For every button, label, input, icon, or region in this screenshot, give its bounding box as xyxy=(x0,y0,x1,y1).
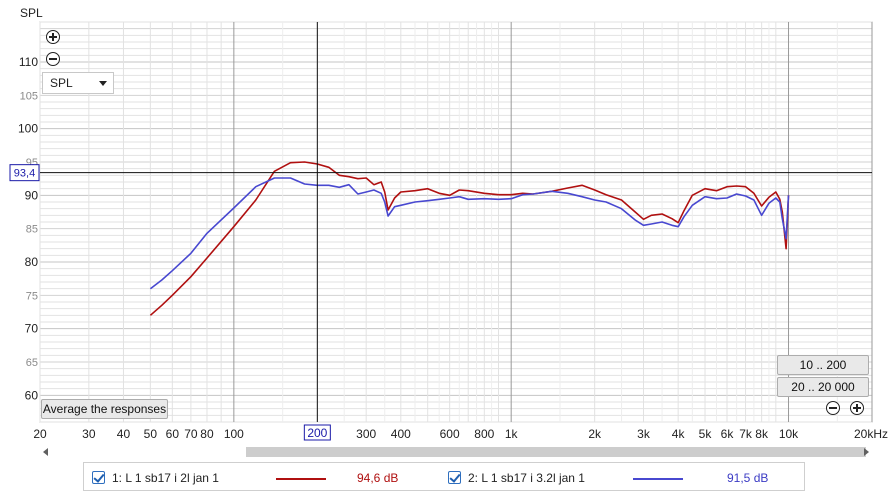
x-tick-label: 800 xyxy=(474,427,494,441)
x-tick-label: 600 xyxy=(440,427,460,441)
zoom-out-icon[interactable] xyxy=(46,52,60,66)
cursor-x-label: 200 xyxy=(307,426,327,440)
series-2-checkbox[interactable] xyxy=(448,471,461,484)
scroll-right-icon xyxy=(864,448,869,456)
zoom-in-icon[interactable] xyxy=(46,30,60,44)
average-responses-button[interactable]: Average the responses xyxy=(41,399,168,419)
x-tick-label: 3k xyxy=(637,427,651,441)
y-axis-title: SPL xyxy=(20,6,43,20)
x-tick-label: 30 xyxy=(82,427,96,441)
x-tick-label: 5k xyxy=(699,427,713,441)
x-tick-label: 20kHz xyxy=(854,427,888,441)
x-tick-label: 20 xyxy=(33,427,47,441)
chevron-down-icon xyxy=(99,80,107,86)
zoom-in-icon[interactable] xyxy=(850,401,864,415)
y-tick-label: 75 xyxy=(26,290,38,302)
series-2-label: 2: L 1 sb17 i 3.2l jan 1 xyxy=(468,471,585,485)
x-tick-label: 6k xyxy=(721,427,735,441)
y-tick-label: 80 xyxy=(25,255,39,269)
x-tick-label: 8k xyxy=(755,427,769,441)
x-tick-label: 80 xyxy=(200,427,214,441)
x-tick-label: 1k xyxy=(505,427,519,441)
x-tick-label: 70 xyxy=(184,427,198,441)
zoom-out-icon[interactable] xyxy=(826,401,840,415)
y-tick-label: 60 xyxy=(25,388,39,402)
x-tick-label: 50 xyxy=(144,427,158,441)
measurement-select-value: SPL xyxy=(50,76,73,90)
scrollbar-thumb xyxy=(246,447,866,457)
range-button-20-20000[interactable]: 20 .. 20 000 xyxy=(777,377,869,397)
range-button-10-200[interactable]: 10 .. 200 xyxy=(777,355,869,375)
series-1-value: 94,6 dB xyxy=(357,471,399,485)
horizontal-scrollbar[interactable] xyxy=(40,446,872,458)
y-tick-label: 90 xyxy=(25,188,39,202)
scroll-left-icon xyxy=(43,448,48,456)
cursor-y-label: 93,4 xyxy=(14,168,35,180)
legend: 1: L 1 sb17 i 2l jan 1 94,6 dB 2: L 1 sb… xyxy=(83,462,805,491)
x-tick-label: 400 xyxy=(391,427,411,441)
x-tick-label: 40 xyxy=(117,427,131,441)
x-tick-label: 4k xyxy=(672,427,686,441)
y-tick-label: 65 xyxy=(26,357,38,369)
series-1-swatch xyxy=(276,478,326,480)
x-tick-label: 300 xyxy=(356,427,376,441)
frequency-response-chart[interactable]: SPL 606570758085909510010511020 30 40 50 60 7… xyxy=(0,0,890,496)
x-tick-label: 60 xyxy=(166,427,180,441)
series-1-checkbox[interactable] xyxy=(92,471,105,484)
measurement-select[interactable]: SPL xyxy=(42,72,114,94)
x-tick-label: 10k xyxy=(779,427,799,441)
series-1-label: 1: L 1 sb17 i 2l jan 1 xyxy=(112,471,219,485)
series-2-value: 91,5 dB xyxy=(727,471,769,485)
y-tick-label: 85 xyxy=(26,224,38,236)
x-tick-label: 2k xyxy=(588,427,602,441)
y-tick-label: 110 xyxy=(19,55,38,69)
series-2-swatch xyxy=(633,478,683,480)
y-tick-label: 70 xyxy=(25,322,39,336)
x-tick-label: 100 xyxy=(224,427,244,441)
y-tick-label: 105 xyxy=(20,90,38,102)
y-tick-label: 100 xyxy=(18,122,38,136)
x-tick-label: 7k xyxy=(739,427,753,441)
